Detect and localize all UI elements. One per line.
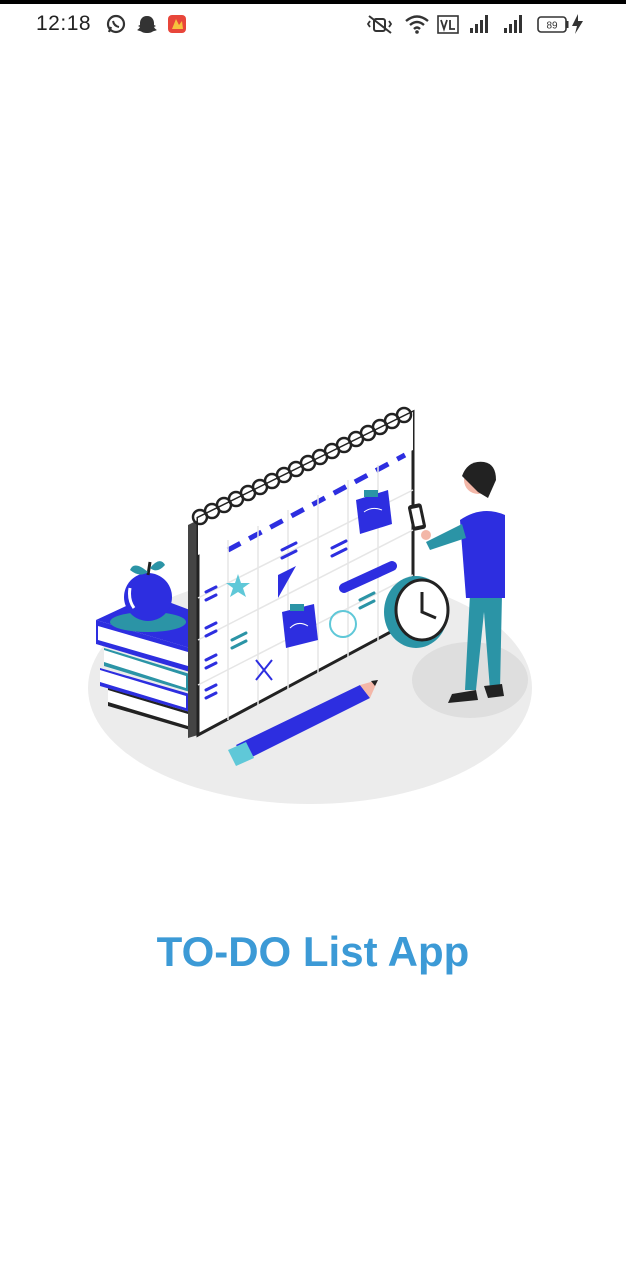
status-bar: 12:18 89 — [0, 4, 626, 44]
snapchat-icon — [137, 16, 157, 33]
status-right-icons: 89 — [366, 14, 583, 34]
clock-icon — [384, 576, 450, 648]
calendar-planner-illustration — [88, 406, 532, 804]
wifi-icon — [405, 15, 429, 34]
volte-icon — [437, 15, 459, 34]
battery-level: 89 — [546, 21, 558, 32]
vibrate-icon — [366, 15, 393, 34]
battery-icon: 89 — [537, 16, 569, 33]
signal-icon — [504, 15, 522, 33]
status-left-icons — [106, 14, 186, 34]
app-title: TO-DO List App — [156, 928, 470, 975]
whatsapp-icon — [106, 14, 126, 34]
status-time: 12:18 — [36, 12, 92, 35]
signal-icon — [470, 15, 488, 33]
charging-icon — [572, 14, 583, 34]
app-notification-icon — [168, 15, 186, 33]
